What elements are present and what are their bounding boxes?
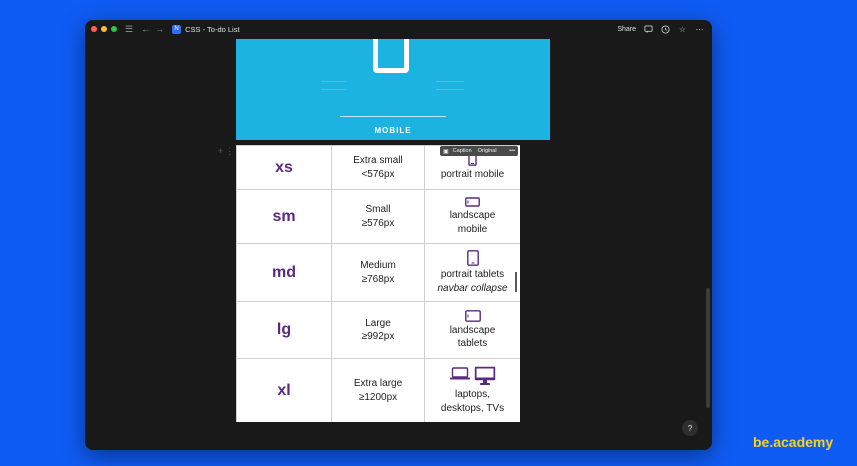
device-cell: landscape mobile bbox=[424, 189, 520, 244]
breakpoint-name: Extra large bbox=[353, 378, 403, 389]
device-cell: landscape tablets bbox=[424, 301, 520, 359]
breakpoint-name: Extra small bbox=[353, 155, 403, 166]
page-scrollbar[interactable] bbox=[706, 288, 710, 408]
breakpoint-size: xs bbox=[236, 145, 332, 190]
image-toolbar: ▣ Caption Original ••• bbox=[440, 146, 518, 156]
breakpoint-min-width: ≥1200px bbox=[358, 391, 398, 403]
breakpoint-size: md bbox=[236, 243, 332, 302]
breakpoint-min-width: ≥576px bbox=[361, 217, 395, 229]
device-description: portrait mobile bbox=[440, 169, 505, 181]
maximize-window-button[interactable] bbox=[111, 26, 117, 32]
table-row: md Medium ≥768px portrait tablets navbar… bbox=[236, 243, 520, 302]
app-window: ☰ ← → N CSS - To-do List Share ☆ ⋯ MOBIL… bbox=[85, 20, 712, 450]
banner-label: MOBILE bbox=[374, 126, 412, 135]
favorite-star-icon[interactable]: ☆ bbox=[678, 25, 687, 34]
phone-outline-icon bbox=[373, 39, 409, 73]
device-description: laptops, bbox=[454, 389, 491, 400]
device-cell: portrait tablets navbar collapse bbox=[424, 243, 520, 302]
device-description: tablets bbox=[457, 338, 488, 349]
sidebar-menu-icon[interactable]: ☰ bbox=[125, 24, 133, 34]
history-clock-icon[interactable] bbox=[661, 24, 670, 34]
breakpoint-size: lg bbox=[236, 301, 332, 359]
breakpoint-name-cell: Small ≥576px bbox=[331, 189, 425, 244]
close-window-button[interactable] bbox=[91, 26, 97, 32]
device-description: landscape bbox=[449, 210, 496, 221]
breakpoint-name: Large bbox=[365, 317, 391, 329]
laptop-desktop-icon bbox=[425, 366, 520, 386]
banner-decor-line bbox=[436, 81, 464, 82]
notion-app-icon: N bbox=[172, 24, 182, 34]
banner-decor-line bbox=[436, 89, 464, 90]
device-note: navbar collapse bbox=[437, 282, 508, 294]
comment-icon[interactable] bbox=[644, 24, 653, 34]
forward-arrow-icon[interactable]: → bbox=[155, 24, 164, 34]
brand-logo: be.academy bbox=[753, 434, 834, 450]
breakpoint-name: Small bbox=[365, 204, 391, 215]
image-more-button[interactable]: ••• bbox=[509, 148, 515, 154]
breakpoint-name-cell: Extra large ≥1200px bbox=[331, 358, 425, 422]
device-description: landscape bbox=[449, 324, 496, 336]
breakpoint-name-cell: Medium ≥768px bbox=[331, 243, 425, 302]
device-description: desktops, TVs bbox=[440, 402, 505, 414]
table-scrollbar[interactable] bbox=[515, 272, 517, 292]
tablet-portrait-icon bbox=[425, 250, 520, 266]
breakpoint-size: sm bbox=[236, 189, 332, 244]
mobile-banner-image: MOBILE bbox=[236, 39, 550, 140]
breakpoint-min-width: ≥768px bbox=[361, 273, 395, 285]
table-row: sm Small ≥576px landscape mobile bbox=[236, 189, 520, 244]
minimize-window-button[interactable] bbox=[101, 26, 107, 32]
breakpoint-min-width: ≥992px bbox=[361, 331, 395, 342]
tablet-landscape-icon bbox=[425, 309, 520, 322]
share-button[interactable]: Share bbox=[617, 26, 636, 33]
device-description: mobile bbox=[457, 223, 488, 235]
banner-decor-line bbox=[321, 81, 346, 82]
breakpoint-name-cell: Extra small <576px bbox=[331, 145, 425, 190]
table-row: lg Large ≥992px landscape tablets bbox=[236, 301, 520, 359]
breakpoint-size: xl bbox=[236, 358, 332, 422]
caption-button[interactable]: Caption bbox=[453, 148, 472, 154]
original-button[interactable]: Original bbox=[478, 148, 497, 154]
more-options-icon[interactable]: ⋯ bbox=[695, 25, 704, 34]
caption-icon[interactable]: ▣ bbox=[443, 148, 449, 155]
phone-landscape-icon bbox=[425, 197, 520, 207]
title-bar-actions: Share ☆ ⋯ bbox=[617, 25, 704, 34]
device-cell: laptops, desktops, TVs bbox=[424, 358, 520, 422]
breakpoints-table-image[interactable]: xs Extra small <576px portrait mobile sm… bbox=[236, 145, 520, 422]
page-title[interactable]: CSS - To-do List bbox=[185, 25, 239, 34]
device-description: portrait tablets bbox=[440, 269, 505, 280]
breakpoints-table: xs Extra small <576px portrait mobile sm… bbox=[236, 145, 520, 422]
window-controls bbox=[91, 26, 117, 32]
title-bar: ☰ ← → N CSS - To-do List Share ☆ ⋯ bbox=[85, 20, 712, 38]
back-arrow-icon[interactable]: ← bbox=[141, 24, 150, 34]
breakpoint-name-cell: Large ≥992px bbox=[331, 301, 425, 359]
table-row: xl Extra large ≥1200px laptops, desktops… bbox=[236, 358, 520, 422]
help-button[interactable]: ? bbox=[682, 420, 698, 436]
breakpoint-min-width: <576px bbox=[361, 168, 395, 180]
banner-divider bbox=[340, 116, 446, 117]
breakpoint-name: Medium bbox=[360, 260, 396, 271]
banner-decor-line bbox=[321, 89, 346, 90]
